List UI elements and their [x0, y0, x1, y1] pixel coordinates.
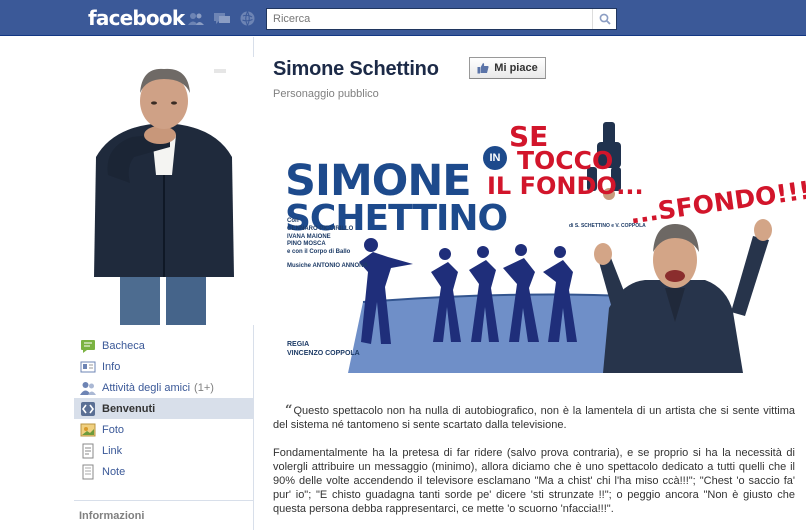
- poster-cast-3: PINO MOSCA: [287, 241, 326, 248]
- poster-authors: di S. SCHETTINO e V. COPPOLA: [569, 223, 646, 229]
- poster-cast-1: GENNARO PICCIRILLO: [287, 225, 354, 232]
- notifications-icon[interactable]: [239, 11, 255, 26]
- poster-regia-label: REGIA: [287, 341, 310, 348]
- facebook-logo[interactable]: facebook: [88, 6, 185, 30]
- sidebar-item-bacheca[interactable]: Bacheca: [74, 335, 253, 356]
- sidebar-item-label: Info: [102, 360, 121, 373]
- poster-in-badge: IN: [483, 146, 507, 170]
- info-heading: Informazioni: [79, 510, 145, 522]
- sidebar-item-label: Benvenuti: [102, 402, 156, 415]
- poster-credits-heading: Con: [287, 218, 299, 224]
- notes-icon: [80, 464, 96, 480]
- sidebar-item-label: Bacheca: [102, 339, 145, 352]
- thumbs-up-icon: [477, 63, 489, 74]
- description-paragraph-2: Fondamentalmente ha la pretesa di far ri…: [273, 447, 795, 515]
- poster-cast-note: e con il Corpo di Ballo: [287, 249, 351, 256]
- poster-phrase-il-fondo: IL FONDO...: [487, 172, 644, 200]
- poster-credits: Con GENNARO PICCIRILLO IVANA MAIONE PINO…: [287, 218, 377, 271]
- sidebar-item-attivita-amici[interactable]: Attività degli amici (1+): [74, 377, 253, 398]
- search-button[interactable]: [592, 9, 616, 29]
- like-button-label: Mi piace: [494, 62, 538, 74]
- poster-phrase-tocco: TOCCO: [517, 146, 614, 175]
- link-icon: [80, 443, 96, 459]
- like-button[interactable]: Mi piace: [469, 57, 546, 79]
- sidebar-item-label: Attività degli amici: [102, 381, 191, 394]
- sidebar-item-label: Link: [102, 444, 123, 457]
- quote-mark-icon: “: [285, 403, 293, 418]
- poster-cast-2: IVANA MAIONE: [287, 233, 331, 240]
- sidebar-item-label: Note: [102, 465, 126, 478]
- poster-regia: REGIA VINCENZO COPPOLA: [287, 340, 360, 358]
- sidebar-item-foto[interactable]: Foto: [74, 419, 253, 440]
- welcome-app-icon: [80, 401, 96, 417]
- show-poster-banner: SIMONE SCHETTINO IN SE TOCCO IL FONDO...…: [273, 112, 806, 373]
- sidebar-item-info[interactable]: Info: [74, 356, 253, 377]
- friends-activity-icon: [80, 380, 96, 396]
- search-icon: [599, 13, 611, 25]
- sidebar-item-benvenuti[interactable]: Benvenuti: [74, 398, 253, 419]
- wall-icon: [80, 338, 96, 354]
- sidebar-item-note[interactable]: Note: [74, 461, 253, 482]
- photos-icon: [80, 422, 96, 438]
- sidebar-nav: Bacheca Info Attività degli amici (1+) B…: [74, 335, 253, 482]
- top-bar: facebook: [0, 0, 806, 36]
- profile-picture[interactable]: [74, 57, 254, 325]
- sidebar-item-link[interactable]: Link: [74, 440, 253, 461]
- page-category: Personaggio pubblico: [273, 88, 379, 100]
- poster-music: Musiche ANTONIO ANNONA: [287, 262, 368, 269]
- page-description: “Questo spettacolo non ha nulla di autob…: [273, 404, 795, 530]
- search-box: [266, 8, 617, 30]
- messages-icon[interactable]: [214, 11, 230, 26]
- sidebar-divider: [74, 500, 253, 501]
- description-paragraph-1-text: Questo spettacolo non ha nulla di autobi…: [273, 405, 795, 431]
- poster-regia-name: VINCENZO COPPOLA: [287, 350, 360, 357]
- page-title[interactable]: Simone Schettino: [273, 58, 439, 81]
- friend-requests-icon[interactable]: [188, 11, 204, 26]
- description-paragraph-1: “Questo spettacolo non ha nulla di autob…: [273, 404, 795, 432]
- sidebar-item-count: (1+): [194, 381, 214, 394]
- search-input[interactable]: [267, 9, 589, 29]
- sidebar-item-label: Foto: [102, 423, 125, 436]
- info-icon: [80, 359, 96, 375]
